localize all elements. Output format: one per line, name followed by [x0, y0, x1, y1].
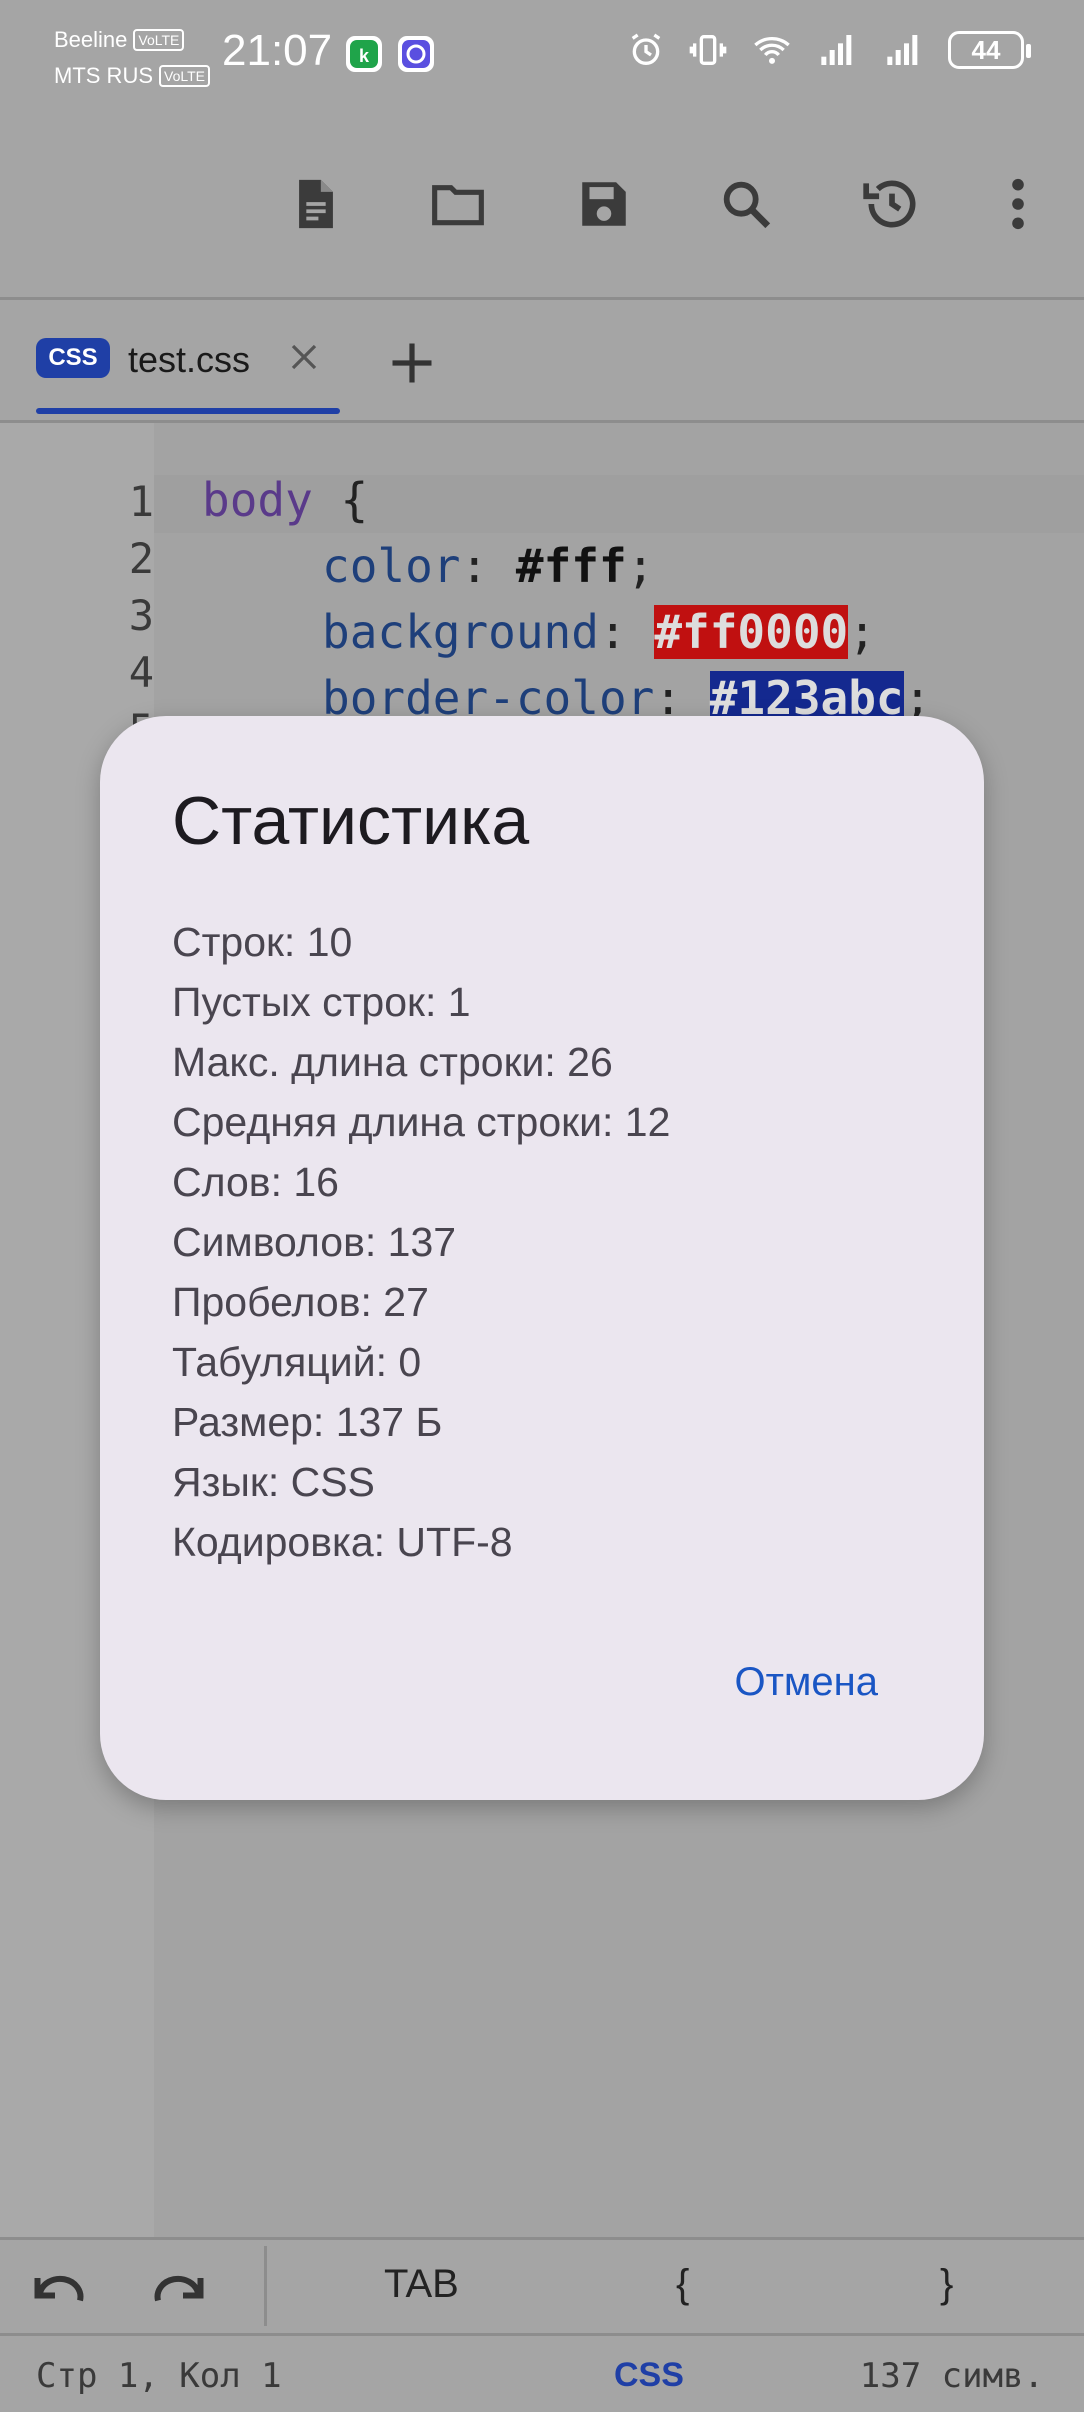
carrier-1: Beeline VoLTE: [54, 22, 210, 58]
statistics-dialog: Статистика Строк: 10 Пустых строк: 1 Мак…: [100, 716, 984, 1800]
undo-button[interactable]: [28, 2258, 92, 2323]
css-property: background: [322, 605, 599, 659]
more-options-button[interactable]: [984, 170, 1052, 238]
colon: :: [460, 539, 516, 593]
status-icons: 44: [626, 30, 1031, 70]
color-swatch-value: #ff0000: [654, 605, 849, 659]
carrier-1-name: Beeline: [54, 27, 128, 52]
redo-icon: [154, 2275, 204, 2302]
editor-status-bar: Стр 1, Кол 1 CSS 137 симв.: [0, 2333, 1084, 2412]
stat-item: Макс. длина строки: 26: [172, 1039, 613, 1085]
char-count: 137 симв.: [859, 2356, 1044, 2396]
line-number: 3: [128, 591, 154, 640]
messenger-app-icon: [398, 36, 434, 72]
plus-icon: [392, 343, 432, 383]
semicolon: ;: [626, 539, 655, 593]
save-button[interactable]: [570, 170, 638, 238]
divider: [264, 2246, 267, 2326]
svg-text:k: k: [359, 46, 370, 66]
cursor-position: Стр 1, Кол 1: [36, 2356, 282, 2396]
undo-icon: [34, 2275, 84, 2302]
alarm-icon: [631, 33, 661, 65]
clock: 21:07: [222, 26, 333, 75]
open-brace: {: [312, 473, 369, 527]
signal-1-icon: [821, 35, 852, 65]
tab-label: test.css: [128, 339, 251, 380]
stat-item: Кодировка: UTF-8: [172, 1519, 513, 1565]
file-tabs: CSS test.css: [0, 303, 1084, 423]
stat-item: Язык: CSS: [172, 1459, 375, 1505]
line-number: 2: [128, 534, 154, 583]
history-button[interactable]: [858, 170, 926, 238]
stat-item: Табуляций: 0: [172, 1339, 422, 1385]
stat-item: Слов: 16: [172, 1159, 339, 1205]
tab-key[interactable]: TAB: [384, 2262, 459, 2307]
tab-test-css[interactable]: CSS test.css: [36, 303, 340, 420]
code-line-1: body {: [202, 473, 368, 527]
css-value: #fff: [515, 539, 627, 593]
line-number: 1: [128, 477, 154, 526]
open-folder-icon: [432, 185, 484, 226]
new-file-icon: [299, 179, 333, 229]
toolbar: [0, 100, 1084, 300]
active-tab-indicator: [36, 408, 340, 414]
volte-badge: VoLTE: [159, 65, 210, 87]
open-brace-key[interactable]: {: [676, 2262, 689, 2307]
line-number: 4: [128, 648, 154, 697]
css-property: color: [322, 539, 461, 593]
wifi-icon: [754, 37, 790, 64]
volte-badge: VoLTE: [133, 29, 185, 51]
redo-button[interactable]: [146, 2258, 210, 2323]
dialog-title: Статистика: [172, 783, 530, 859]
kaspersky-app-icon: k: [346, 36, 382, 72]
colon: :: [598, 605, 655, 659]
statistics-list: Строк: 10 Пустых строк: 1 Макс. длина ст…: [172, 912, 670, 1572]
stat-item: Средняя длина строки: 12: [172, 1099, 671, 1145]
stat-item: Символов: 137: [172, 1219, 457, 1265]
stat-item: Пустых строк: 1: [172, 979, 471, 1025]
vibrate-icon: [689, 35, 727, 65]
search-icon: [723, 181, 771, 229]
extra-keys-bar: TAB { }: [0, 2237, 1084, 2333]
new-file-button[interactable]: [282, 170, 350, 238]
search-button[interactable]: [712, 170, 780, 238]
semicolon: ;: [848, 605, 876, 659]
status-bar: Beeline VoLTE MTS RUS VoLTE 21:07 k 44: [0, 0, 1084, 100]
save-icon: [582, 182, 626, 226]
code-line-2: color: #fff;: [322, 539, 654, 593]
carrier-2-name: MTS RUS: [54, 63, 153, 88]
stat-item: Пробелов: 27: [172, 1279, 429, 1325]
language-selector[interactable]: CSS: [614, 2356, 684, 2395]
file-type-badge: CSS: [36, 338, 110, 378]
open-folder-button[interactable]: [424, 170, 492, 238]
close-brace-key[interactable]: }: [940, 2262, 953, 2307]
css-selector: body: [202, 473, 313, 527]
close-tab-button[interactable]: [282, 335, 326, 379]
history-icon: [863, 180, 916, 228]
stat-item: Строк: 10: [172, 919, 353, 965]
signal-2-icon: [887, 35, 918, 65]
code-line-3: background: #ff0000;: [322, 605, 876, 659]
add-tab-button[interactable]: [386, 337, 438, 389]
cancel-button[interactable]: Отмена: [734, 1660, 878, 1705]
more-vert-icon: [1012, 178, 1024, 230]
battery-indicator: 44: [948, 31, 1031, 69]
stat-item: Размер: 137 Б: [172, 1399, 443, 1445]
close-icon: [291, 344, 317, 370]
carrier-2: MTS RUS VoLTE: [54, 58, 210, 94]
carrier-info: Beeline VoLTE MTS RUS VoLTE: [54, 22, 210, 94]
